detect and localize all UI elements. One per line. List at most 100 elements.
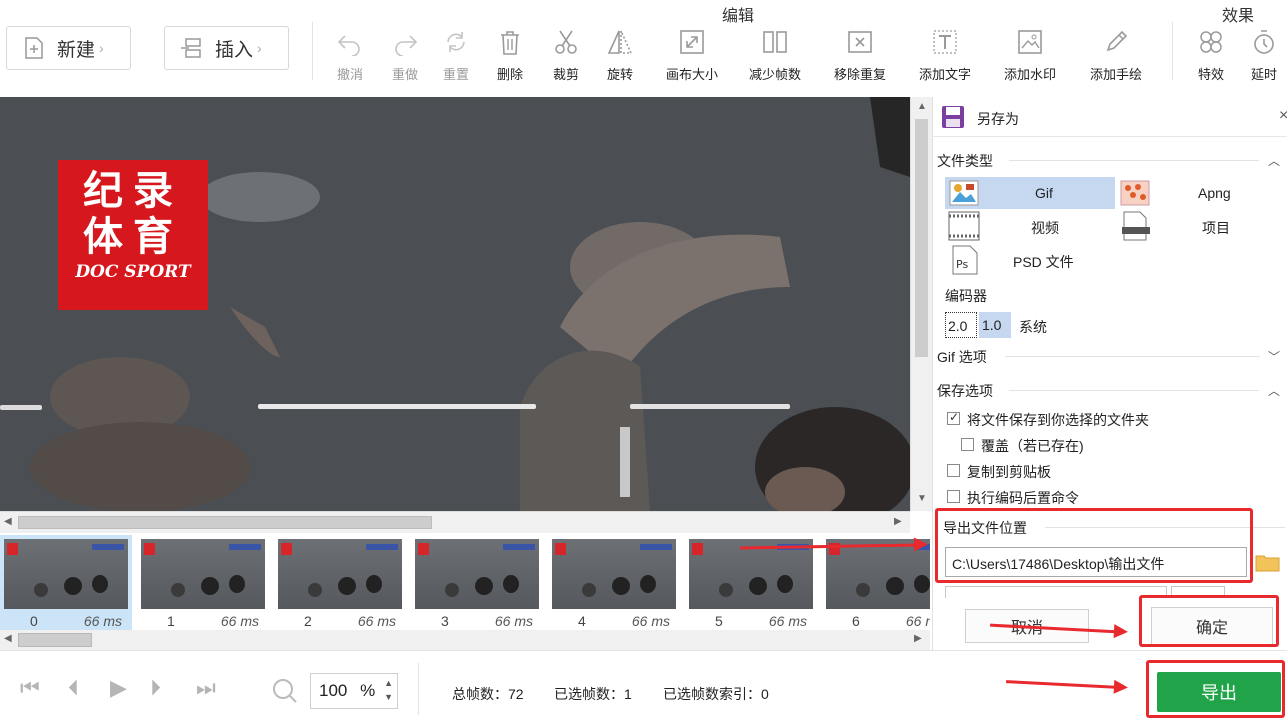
confirm-button[interactable]: 确定 — [1151, 607, 1273, 645]
tool-label: 移除重复 — [833, 67, 886, 82]
save-to-folder-checkbox[interactable] — [947, 410, 960, 425]
overwrite-checkbox[interactable] — [961, 438, 974, 451]
add-watermark-icon — [1018, 30, 1042, 54]
gif-options-title[interactable]: Gif 选项 — [937, 347, 987, 367]
export-location-title: 导出文件位置 — [943, 520, 1027, 536]
new-button[interactable]: 新建 › — [6, 26, 131, 70]
frame-preview-canvas[interactable]: 纪录 体育 DOC SPORT — [0, 97, 910, 511]
overwrite-label: 覆盖（若已存在) — [981, 438, 1084, 454]
frame-delay: 66 ms — [768, 613, 807, 629]
scroll-left-icon[interactable]: ◀ — [4, 516, 12, 527]
last-frame-icon[interactable]: ⏭ — [196, 675, 216, 701]
cancel-button[interactable]: 取消 — [965, 609, 1089, 643]
logo-mini — [692, 543, 703, 555]
person-shape — [612, 577, 630, 595]
encoder-2-0[interactable]: 2.0 — [945, 312, 977, 338]
next-frame-icon[interactable]: ⏵ — [150, 675, 161, 701]
person-shape — [886, 577, 904, 595]
file-type-video-label: 视频 — [1031, 220, 1059, 236]
file-type-project[interactable]: 项目 — [1118, 210, 1278, 242]
close-icon[interactable]: × — [1279, 107, 1287, 125]
zoom-stepper[interactable]: ▲ ▼ — [384, 676, 393, 704]
scroll-right-icon[interactable]: ▶ — [914, 633, 922, 644]
file-type-apng[interactable]: Apng — [1118, 177, 1278, 209]
file-type-video[interactable]: 视频 — [945, 210, 1115, 242]
video-icon — [948, 211, 980, 241]
score-bar — [640, 544, 672, 550]
file-type-project-label: 项目 — [1202, 220, 1230, 236]
frame-thumbnail[interactable]: 2 66 ms — [274, 535, 406, 630]
logo-mini — [829, 543, 840, 555]
tool-delay[interactable]: 延时 — [1229, 28, 1287, 83]
zoom-icon[interactable] — [272, 678, 298, 704]
tool-label: 添加水印 — [1003, 67, 1056, 82]
scroll-left-icon[interactable]: ◀ — [4, 633, 12, 644]
tool-canvas-size[interactable]: 画布大小 — [657, 28, 727, 83]
logo-mini — [281, 543, 292, 555]
frame-thumbnail[interactable]: 3 66 ms — [411, 535, 543, 630]
frame-thumbnail[interactable]: 5 66 ms — [685, 535, 817, 630]
frame-thumbnail[interactable]: 6 66 ms — [822, 535, 930, 630]
person-shape — [229, 575, 245, 593]
tool-rotate[interactable]: 旋转 — [585, 28, 655, 83]
file-type-gif[interactable]: Gif — [945, 177, 1115, 209]
scroll-right-icon[interactable]: ▶ — [894, 516, 902, 527]
toolbar: 新建 › 插入 › 编辑 效果 撤消 重做 重置 删除 裁剪 旋转 画布大小 减少帧数 移除重复… — [0, 0, 1287, 97]
gif-icon — [949, 180, 979, 206]
zoom-input[interactable]: 100 % ▲ ▼ — [310, 673, 398, 709]
collapse-icon[interactable]: ︿ — [1268, 382, 1280, 399]
file-type-psd[interactable]: Ps PSD 文件 — [945, 244, 1115, 276]
logo-mini — [555, 543, 566, 555]
tool-add-text[interactable]: 添加文字 — [910, 28, 980, 83]
scrollbar-thumb[interactable] — [915, 119, 928, 357]
frame-thumbnail[interactable]: 4 66 ms — [548, 535, 680, 630]
add-drawing-icon — [1106, 30, 1128, 52]
person-shape — [34, 583, 48, 597]
tool-add-drawing[interactable]: 添加手绘 — [1081, 28, 1151, 83]
secondary-field[interactable] — [945, 586, 1167, 598]
person-shape — [475, 577, 493, 595]
frame-index: 1 — [167, 613, 175, 629]
scroll-down-icon[interactable]: ▼ — [917, 493, 927, 504]
expand-icon[interactable]: ﹀ — [1268, 348, 1280, 365]
previous-frame-icon[interactable]: ⏴ — [68, 675, 79, 701]
encoder-1-0[interactable]: 1.0 — [979, 312, 1011, 338]
frame-delay: 66 ms — [494, 613, 533, 629]
tool-remove-duplicates[interactable]: 移除重复 — [825, 28, 895, 83]
canvas-vertical-scrollbar[interactable]: ▲ ▼ — [910, 97, 932, 511]
collapse-icon[interactable]: ︿ — [1268, 152, 1280, 169]
logo-mini — [418, 543, 429, 555]
scrollbar-thumb[interactable] — [18, 633, 92, 647]
export-button[interactable]: 导出 — [1157, 672, 1281, 712]
folder-icon[interactable] — [1255, 552, 1281, 572]
first-frame-icon[interactable]: ⏮ — [20, 675, 40, 701]
new-button-label: 新建 — [57, 39, 96, 61]
frame-thumbnail[interactable]: 0 66 ms — [0, 535, 132, 630]
file-type-psd-label: PSD 文件 — [1013, 254, 1074, 270]
scroll-up-icon[interactable]: ▲ — [917, 101, 927, 112]
frame-strip: 0 66 ms 1 66 ms 2 66 ms 3 66 ms 4 66 ms 5 66 ms 6 66 … — [0, 533, 930, 630]
post-command-checkbox[interactable] — [947, 490, 960, 503]
undo-icon — [337, 35, 360, 56]
score-bar — [229, 544, 261, 550]
scrollbar-thumb[interactable] — [18, 516, 432, 529]
frame-image — [552, 539, 676, 609]
tool-reduce-frames[interactable]: 减少帧数 — [740, 28, 810, 83]
canvas-horizontal-scrollbar[interactable]: ◀ ▶ — [0, 511, 910, 533]
insert-button[interactable]: 插入 › — [164, 26, 289, 70]
person-shape — [64, 577, 82, 595]
tool-add-watermark[interactable]: 添加水印 — [995, 28, 1065, 83]
secondary-field-2[interactable] — [1171, 586, 1225, 598]
score-bar — [92, 544, 124, 550]
encoder-system[interactable]: 系统 — [1019, 317, 1047, 337]
play-icon[interactable]: ▶ — [110, 675, 127, 701]
tool-label: 旋转 — [606, 67, 633, 82]
selected-frame-index: 已选帧数索引：0 — [663, 686, 769, 702]
person-shape — [503, 575, 519, 593]
project-icon — [1122, 211, 1150, 241]
svg-text:Ps: Ps — [956, 258, 968, 271]
frame-thumbnail[interactable]: 1 66 ms — [137, 535, 269, 630]
frame-strip-scrollbar[interactable]: ◀ ▶ — [0, 630, 930, 650]
export-path-input[interactable]: C:\Users\17486\Desktop\输出文件 — [945, 547, 1247, 577]
copy-clipboard-checkbox[interactable] — [947, 464, 960, 477]
